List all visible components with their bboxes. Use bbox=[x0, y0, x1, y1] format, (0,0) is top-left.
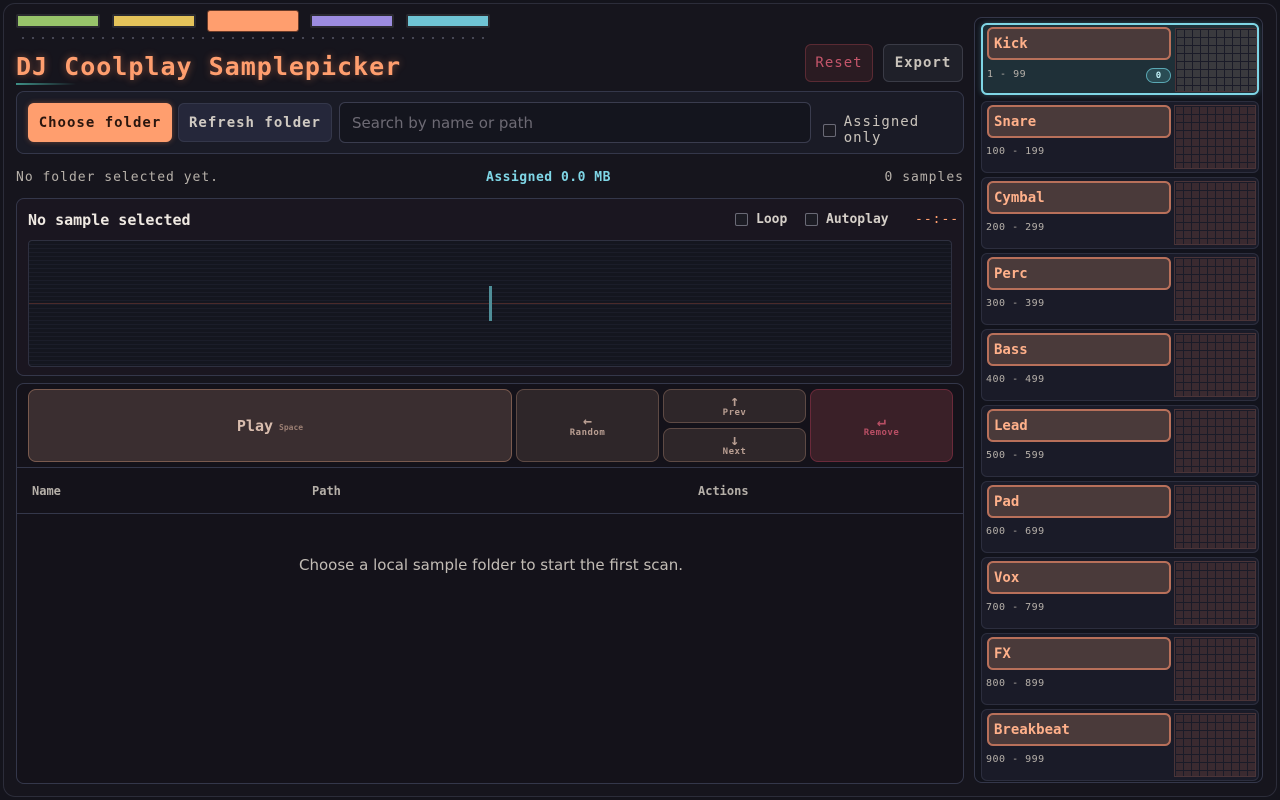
random-button[interactable]: ← Random bbox=[516, 389, 659, 462]
bank-vox[interactable]: Vox 700 - 799 bbox=[981, 557, 1259, 629]
assigned-only-checkbox[interactable] bbox=[823, 123, 836, 137]
remove-button[interactable]: ↵ Remove bbox=[810, 389, 953, 462]
bank-pad-grid[interactable] bbox=[1174, 105, 1256, 169]
autoplay-checkbox[interactable] bbox=[805, 213, 818, 226]
bank-pad-grid[interactable] bbox=[1174, 561, 1256, 625]
playback-time: --:-- bbox=[915, 212, 960, 227]
remove-label: Remove bbox=[863, 427, 900, 438]
bank-range: 800 - 899 bbox=[986, 678, 1045, 689]
bank-name[interactable]: Bass bbox=[987, 333, 1171, 366]
arrow-up-icon: ↑ bbox=[729, 392, 740, 410]
bank-snare[interactable]: Snare 100 - 199 bbox=[981, 101, 1259, 173]
color-tab-orange[interactable] bbox=[207, 10, 299, 32]
sample-title: No sample selected bbox=[28, 211, 191, 229]
assigned-only-label: Assigned only bbox=[843, 114, 920, 146]
column-path[interactable]: Path bbox=[312, 484, 341, 498]
sample-count: 0 samples bbox=[884, 170, 964, 185]
bank-breakbeat[interactable]: Breakbeat 900 - 999 bbox=[981, 709, 1259, 781]
folder-toolbar: Choose folder Refresh folder Assigned on… bbox=[16, 91, 964, 154]
bank-name[interactable]: Cymbal bbox=[987, 181, 1171, 214]
assigned-only-toggle[interactable]: Assigned only bbox=[823, 114, 963, 146]
bank-pad-grid[interactable] bbox=[1174, 181, 1256, 245]
bank-range: 1 - 99 bbox=[987, 69, 1027, 80]
random-label: Random bbox=[569, 427, 606, 438]
app-title: DJ Coolplay Samplepicker bbox=[16, 52, 402, 81]
bank-kick[interactable]: Kick 1 - 99 0 bbox=[981, 23, 1259, 95]
player-panel: No sample selected Loop Autoplay --:-- bbox=[16, 198, 964, 376]
color-tabs bbox=[16, 10, 490, 32]
bank-pad-grid[interactable] bbox=[1174, 637, 1256, 701]
bank-name[interactable]: FX bbox=[987, 637, 1171, 670]
bank-pad-grid[interactable] bbox=[1174, 409, 1256, 473]
bank-range: 600 - 699 bbox=[986, 526, 1045, 537]
waveform[interactable] bbox=[28, 240, 952, 367]
color-tab-green[interactable] bbox=[16, 14, 100, 28]
bank-pad-grid[interactable] bbox=[1174, 485, 1256, 549]
title-underline bbox=[16, 83, 76, 85]
sample-list-panel: Play Space ← Random ↑ Prev ↓ Next ↵ Remo… bbox=[16, 383, 964, 784]
bank-range: 300 - 399 bbox=[986, 298, 1045, 309]
loop-toggle[interactable]: Loop bbox=[735, 212, 787, 227]
table-header: Name Path Actions bbox=[17, 467, 963, 514]
bank-pad-grid[interactable] bbox=[1175, 28, 1257, 92]
bank-count-badge: 0 bbox=[1146, 68, 1171, 83]
play-shortcut: Space bbox=[279, 422, 304, 432]
bank-range: 400 - 499 bbox=[986, 374, 1045, 385]
prev-button[interactable]: ↑ Prev bbox=[663, 389, 806, 423]
autoplay-label: Autoplay bbox=[826, 212, 889, 227]
loop-checkbox[interactable] bbox=[735, 213, 748, 226]
bank-perc[interactable]: Perc 300 - 399 bbox=[981, 253, 1259, 325]
next-button[interactable]: ↓ Next bbox=[663, 428, 806, 462]
bank-name[interactable]: Lead bbox=[987, 409, 1171, 442]
dotted-divider bbox=[18, 37, 484, 39]
color-tab-purple[interactable] bbox=[310, 14, 394, 28]
bank-pad-grid[interactable] bbox=[1174, 257, 1256, 321]
bank-lead[interactable]: Lead 500 - 599 bbox=[981, 405, 1259, 477]
assigned-size: Assigned 0.0 MB bbox=[486, 170, 611, 185]
choose-folder-button[interactable]: Choose folder bbox=[28, 103, 172, 142]
arrow-left-icon: ← bbox=[582, 411, 593, 430]
bank-name[interactable]: Pad bbox=[987, 485, 1171, 518]
bank-range: 200 - 299 bbox=[986, 222, 1045, 233]
bank-range: 900 - 999 bbox=[986, 754, 1045, 765]
empty-state-message: Choose a local sample folder to start th… bbox=[299, 556, 683, 574]
bank-fx[interactable]: FX 800 - 899 bbox=[981, 633, 1259, 705]
reset-button[interactable]: Reset bbox=[805, 44, 873, 82]
play-label: Play bbox=[236, 416, 274, 435]
bank-sidebar: Kick 1 - 99 0 Snare 100 - 199 Cymbal 200… bbox=[974, 17, 1263, 783]
bank-pad-grid[interactable] bbox=[1174, 333, 1256, 397]
bank-name[interactable]: Breakbeat bbox=[987, 713, 1171, 746]
color-tab-yellow[interactable] bbox=[112, 14, 196, 28]
next-label: Next bbox=[722, 447, 747, 457]
loop-label: Loop bbox=[756, 212, 788, 227]
bank-bass[interactable]: Bass 400 - 499 bbox=[981, 329, 1259, 401]
play-button[interactable]: Play Space bbox=[28, 389, 512, 462]
prev-label: Prev bbox=[722, 408, 747, 418]
color-tab-cyan[interactable] bbox=[406, 14, 490, 28]
bank-pad[interactable]: Pad 600 - 699 bbox=[981, 481, 1259, 553]
refresh-folder-button[interactable]: Refresh folder bbox=[178, 103, 332, 142]
bank-name[interactable]: Snare bbox=[987, 105, 1171, 138]
bank-name[interactable]: Perc bbox=[987, 257, 1171, 290]
playhead[interactable] bbox=[489, 286, 492, 321]
autoplay-toggle[interactable]: Autoplay bbox=[805, 212, 889, 227]
bank-range: 100 - 199 bbox=[986, 146, 1045, 157]
bank-name[interactable]: Kick bbox=[987, 27, 1171, 60]
bank-range: 700 - 799 bbox=[986, 602, 1045, 613]
export-button[interactable]: Export bbox=[883, 44, 963, 82]
bank-name[interactable]: Vox bbox=[987, 561, 1171, 594]
column-actions: Actions bbox=[698, 484, 749, 498]
folder-status: No folder selected yet. bbox=[16, 170, 220, 185]
column-name[interactable]: Name bbox=[32, 484, 61, 498]
bank-cymbal[interactable]: Cymbal 200 - 299 bbox=[981, 177, 1259, 249]
bank-range: 500 - 599 bbox=[986, 450, 1045, 461]
return-icon: ↵ bbox=[876, 411, 887, 430]
bank-pad-grid[interactable] bbox=[1174, 713, 1256, 777]
arrow-down-icon: ↓ bbox=[729, 431, 740, 449]
search-input[interactable] bbox=[339, 102, 811, 143]
